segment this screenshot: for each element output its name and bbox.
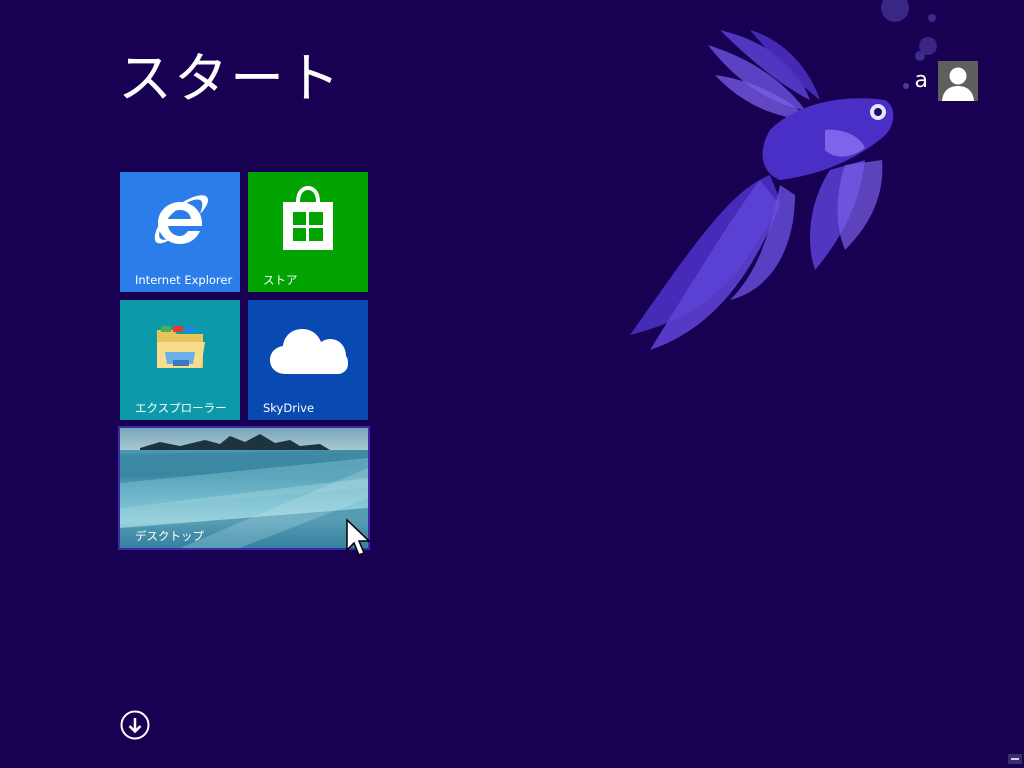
arrow-down-circle-icon[interactable] [120,710,150,740]
tile-label: ストア [263,273,298,287]
start-screen: スタート a Internet Explorer ストア エクスプローラー Sk… [0,0,1024,768]
tile-store[interactable]: ストア [248,172,368,292]
tile-label: エクスプローラー [135,401,227,415]
tile-file-explorer[interactable]: エクスプローラー [120,300,240,420]
user-name: a [914,68,928,93]
tile-internet-explorer[interactable]: Internet Explorer [120,172,240,292]
internet-explorer-icon [154,195,209,244]
tile-label: Internet Explorer [135,273,233,287]
tile-label: デスクトップ [135,529,204,543]
tile-label: SkyDrive [263,401,315,415]
avatar[interactable] [938,61,978,101]
page-title: スタート [118,47,342,110]
minimize-button[interactable] [1008,754,1022,764]
folder-icon [157,326,205,368]
tile-desktop[interactable]: デスクトップ [118,426,370,550]
cloud-icon [270,329,348,374]
user-account[interactable]: a [915,61,978,101]
user-silhouette-icon [938,61,978,101]
tile-skydrive[interactable]: SkyDrive [248,300,368,420]
store-bag-icon [283,186,333,250]
